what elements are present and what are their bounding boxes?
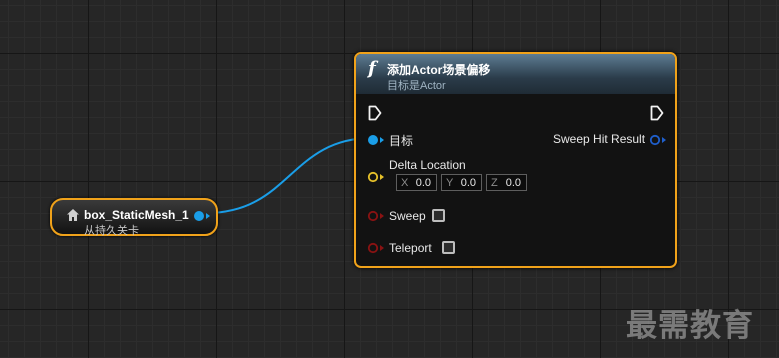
teleport-label: Teleport [389,241,432,255]
x-axis-label: X [401,177,409,189]
z-value: 0.0 [505,177,521,189]
y-axis-label: Y [446,177,454,189]
variable-name: box_StaticMesh_1 [84,208,189,222]
variable-node-box-staticmesh[interactable]: box_StaticMesh_1 从持久关卡 [50,198,218,237]
function-node-add-actor-offset[interactable]: f 添加Actor场景偏移 目标是Actor 目标 Sweep Hit Resu… [354,52,677,268]
watermark-text: 最需教育 [626,308,754,343]
delta-location-z-field[interactable]: Z 0.0 [486,174,527,191]
teleport-input-pin[interactable] [367,242,385,254]
sweep-checkbox[interactable] [432,209,445,222]
delta-location-x-field[interactable]: X 0.0 [396,174,437,191]
home-icon [67,209,79,221]
sweep-hit-result-label: Sweep Hit Result [553,132,646,146]
function-icon: f [368,58,376,79]
y-value: 0.0 [460,177,476,189]
target-label: 目标 [389,134,414,148]
delta-location-label: Delta Location [389,158,466,172]
exec-output-pin[interactable] [650,105,664,121]
delta-location-y-field[interactable]: Y 0.0 [441,174,482,191]
variable-source-level: 从持久关卡 [84,225,139,237]
function-node-header[interactable]: f 添加Actor场景偏移 目标是Actor [356,54,675,94]
x-value: 0.0 [415,177,431,189]
function-title: 添加Actor场景偏移 [387,63,491,77]
z-axis-label: Z [491,177,498,189]
object-wire [205,137,373,214]
exec-input-pin[interactable] [368,105,382,121]
target-input-pin[interactable] [367,134,385,146]
function-target-subtitle: 目标是Actor [387,80,446,92]
sweep-label: Sweep [389,209,426,223]
delta-location-input-pin[interactable] [367,171,385,183]
teleport-checkbox[interactable] [442,241,455,254]
object-output-pin[interactable] [193,210,211,222]
sweep-hit-result-output-pin[interactable] [649,134,667,146]
sweep-input-pin[interactable] [367,210,385,222]
